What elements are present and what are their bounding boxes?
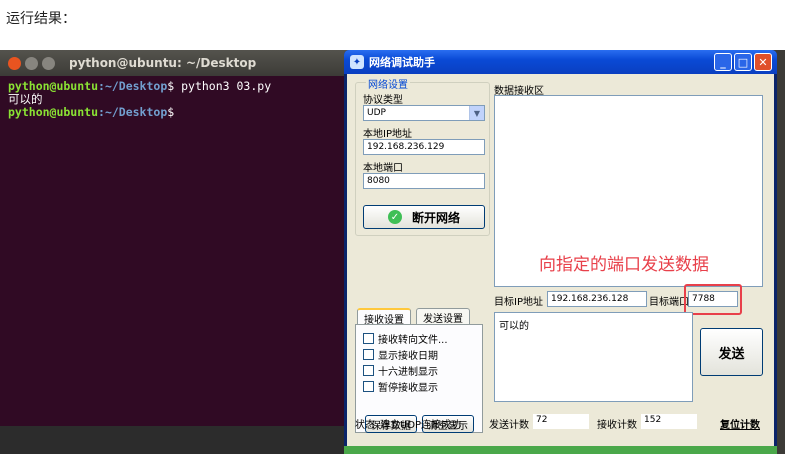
disconnect-button[interactable]: ✓ 断开网络	[363, 205, 485, 229]
terminal-window: python@ubuntu: ~/Desktop python@ubuntu:~…	[0, 50, 352, 454]
prompt-command: $	[167, 105, 175, 119]
option-label: 暂停接收显示	[378, 383, 438, 394]
local-ip-field[interactable]: 192.168.236.129	[363, 139, 485, 155]
prompt-user: python@ubuntu	[8, 79, 99, 93]
option-label: 接收转向文件...	[378, 335, 448, 346]
checkbox[interactable]	[363, 381, 374, 392]
app-icon: ✦	[350, 55, 364, 69]
local-port-label: 本地端口	[363, 163, 403, 174]
target-ip-label: 目标IP地址	[494, 297, 543, 308]
option-show-date[interactable]: 显示接收日期	[363, 347, 438, 362]
terminal-line: python@ubuntu:~/Desktop$	[8, 106, 344, 119]
protocol-label: 协议类型	[363, 95, 403, 106]
terminal-title: python@ubuntu: ~/Desktop	[69, 56, 257, 70]
checkbox[interactable]	[363, 349, 374, 360]
sent-count-label: 发送计数	[489, 420, 529, 431]
option-pause-display[interactable]: 暂停接收显示	[363, 379, 438, 394]
group-title: 网络设置	[366, 76, 410, 91]
program-output: 可以的	[8, 92, 43, 106]
protocol-select[interactable]: UDP ▼	[363, 105, 485, 121]
desktop-background	[344, 446, 777, 454]
disconnect-label: 断开网络	[411, 210, 460, 225]
close-icon[interactable]	[8, 56, 21, 70]
minimize-button[interactable]: _	[714, 53, 732, 71]
window-title: 网络调试助手	[369, 56, 435, 69]
sent-count-field: 72	[533, 414, 589, 429]
maximize-icon[interactable]	[42, 56, 55, 70]
desktop-screenshot: python@ubuntu: ~/Desktop python@ubuntu:~…	[0, 50, 785, 454]
prompt-path: :~/Desktop	[98, 79, 168, 93]
prompt-path: :~/Desktop	[98, 105, 168, 119]
prompt-user: python@ubuntu	[8, 105, 99, 119]
checkbox[interactable]	[363, 333, 374, 344]
status-label: 状态	[355, 420, 375, 431]
minimize-icon[interactable]	[25, 56, 38, 70]
protocol-value: UDP	[367, 108, 386, 118]
tab-send-settings[interactable]: 发送设置	[416, 308, 470, 325]
chevron-down-icon[interactable]: ▼	[469, 106, 484, 120]
status-value: 建立UDP连接成功	[380, 420, 462, 431]
option-hex-display[interactable]: 十六进制显示	[363, 363, 438, 378]
recv-count-label: 接收计数	[597, 420, 637, 431]
terminal-output[interactable]: python@ubuntu:~/Desktop$ python3 03.py 可…	[0, 76, 352, 123]
caption: 运行结果：	[6, 11, 76, 27]
send-button[interactable]: 发送	[700, 328, 763, 376]
target-ip-field[interactable]: 192.168.236.128	[547, 291, 647, 307]
maximize-button[interactable]: □	[734, 53, 752, 71]
check-icon: ✓	[387, 210, 402, 224]
network-settings-group: 网络设置 协议类型 UDP ▼ 本地IP地址 192.168.236.129 本…	[355, 76, 490, 236]
window-titlebar: ✦ 网络调试助手 _ □ ✕	[344, 50, 777, 74]
terminal-line: python@ubuntu:~/Desktop$ python3 03.py	[8, 80, 344, 93]
annotation-text: 向指定的端口发送数据	[539, 255, 709, 275]
send-textarea[interactable]: 可以的	[494, 312, 693, 402]
tab-recv-settings[interactable]: 接收设置	[357, 308, 411, 326]
option-label: 显示接收日期	[378, 351, 438, 362]
close-button[interactable]: ✕	[754, 53, 772, 71]
terminal-titlebar: python@ubuntu: ~/Desktop	[0, 50, 352, 76]
local-ip-label: 本地IP地址	[363, 129, 412, 140]
checkbox[interactable]	[363, 365, 374, 376]
highlight-box	[684, 284, 742, 315]
prompt-command: $ python3 03.py	[167, 79, 272, 93]
target-port-label: 目标端口	[649, 297, 689, 308]
recv-count-field: 152	[641, 414, 697, 429]
reset-count-link[interactable]: 复位计数	[720, 416, 760, 431]
settings-tabs: 接收设置 发送设置 接收转向文件... 显示接收日期 十六进制显示 暂停接收显示…	[355, 308, 483, 433]
terminal-bottom-bar	[0, 426, 352, 454]
net-assistant-window: ✦ 网络调试助手 _ □ ✕ 网络设置 协议类型 UDP ▼ 本地IP地址 19…	[344, 50, 777, 446]
option-redirect-file[interactable]: 接收转向文件...	[363, 331, 448, 346]
option-label: 十六进制显示	[378, 367, 438, 378]
local-port-field[interactable]: 8080	[363, 173, 485, 189]
window-client: 网络设置 协议类型 UDP ▼ 本地IP地址 192.168.236.129 本…	[347, 74, 774, 446]
